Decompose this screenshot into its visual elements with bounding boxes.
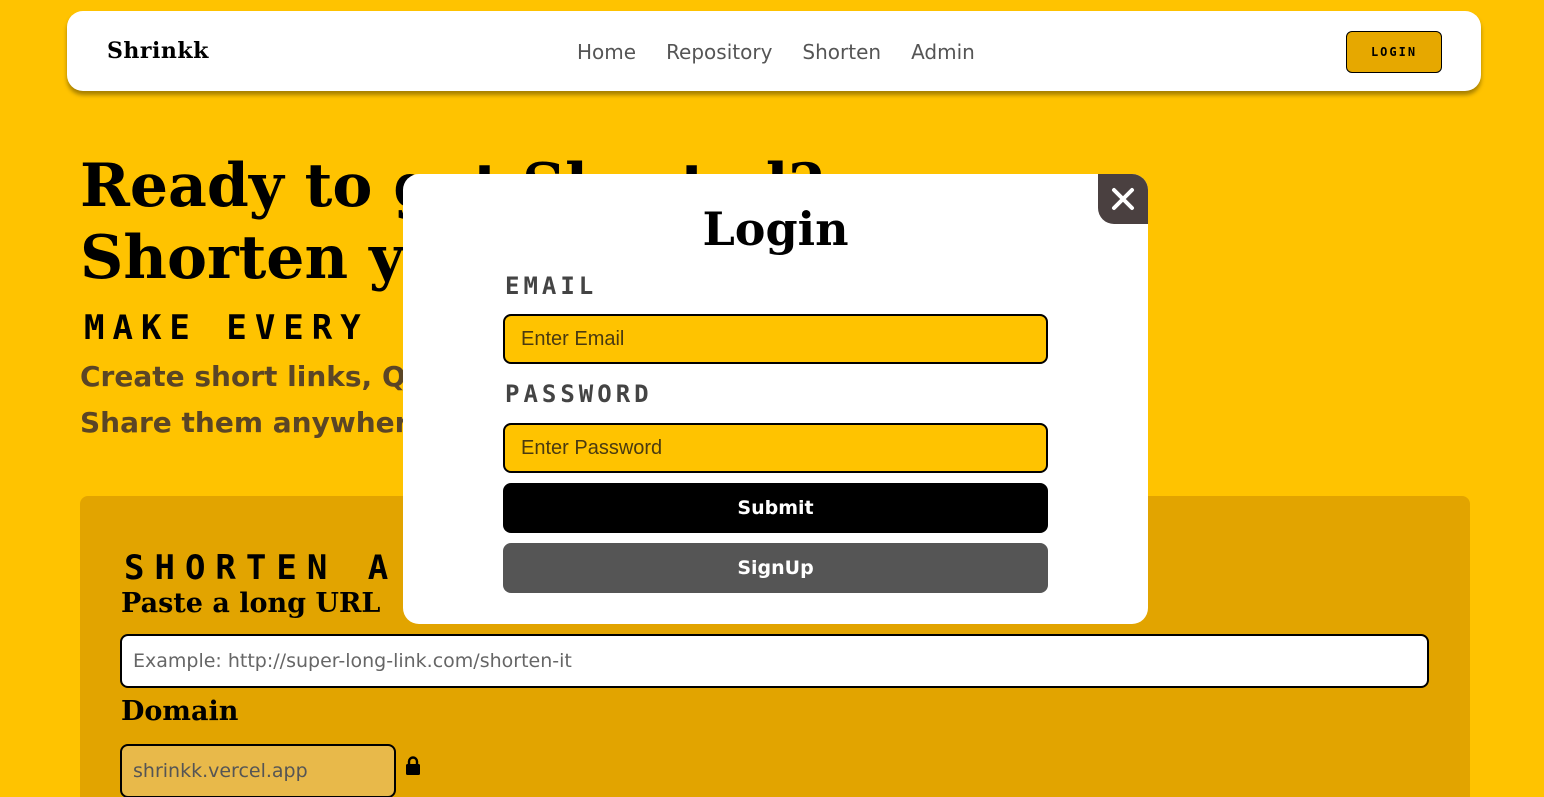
- navbar: Shrinkk Home Repository Shorten Admin LO…: [67, 11, 1481, 91]
- login-modal: Login EMAIL PASSWORD Submit SignUp: [403, 174, 1148, 624]
- submit-button[interactable]: Submit: [503, 483, 1048, 533]
- shorten-heading: SHORTEN A: [124, 548, 399, 588]
- nav-link-shorten[interactable]: Shorten: [802, 40, 881, 64]
- nav-links: Home Repository Shorten Admin: [577, 40, 975, 64]
- hero-tagline: MAKE EVERY: [84, 308, 369, 348]
- long-url-input[interactable]: [120, 634, 1429, 688]
- nav-link-repository[interactable]: Repository: [666, 40, 772, 64]
- nav-link-home[interactable]: Home: [577, 40, 636, 64]
- password-label: PASSWORD: [505, 380, 653, 408]
- brand-logo[interactable]: Shrinkk: [107, 38, 209, 64]
- signup-button[interactable]: SignUp: [503, 543, 1048, 593]
- nav-link-admin[interactable]: Admin: [911, 40, 975, 64]
- modal-title: Login: [702, 202, 849, 256]
- domain-input[interactable]: [120, 744, 396, 797]
- email-input[interactable]: [503, 314, 1048, 364]
- url-label: Paste a long URL: [121, 588, 381, 619]
- login-button[interactable]: LOGIN: [1346, 31, 1442, 73]
- lock-icon: [405, 756, 421, 776]
- domain-label: Domain: [121, 696, 239, 727]
- email-label: EMAIL: [505, 272, 598, 300]
- password-input[interactable]: [503, 423, 1048, 473]
